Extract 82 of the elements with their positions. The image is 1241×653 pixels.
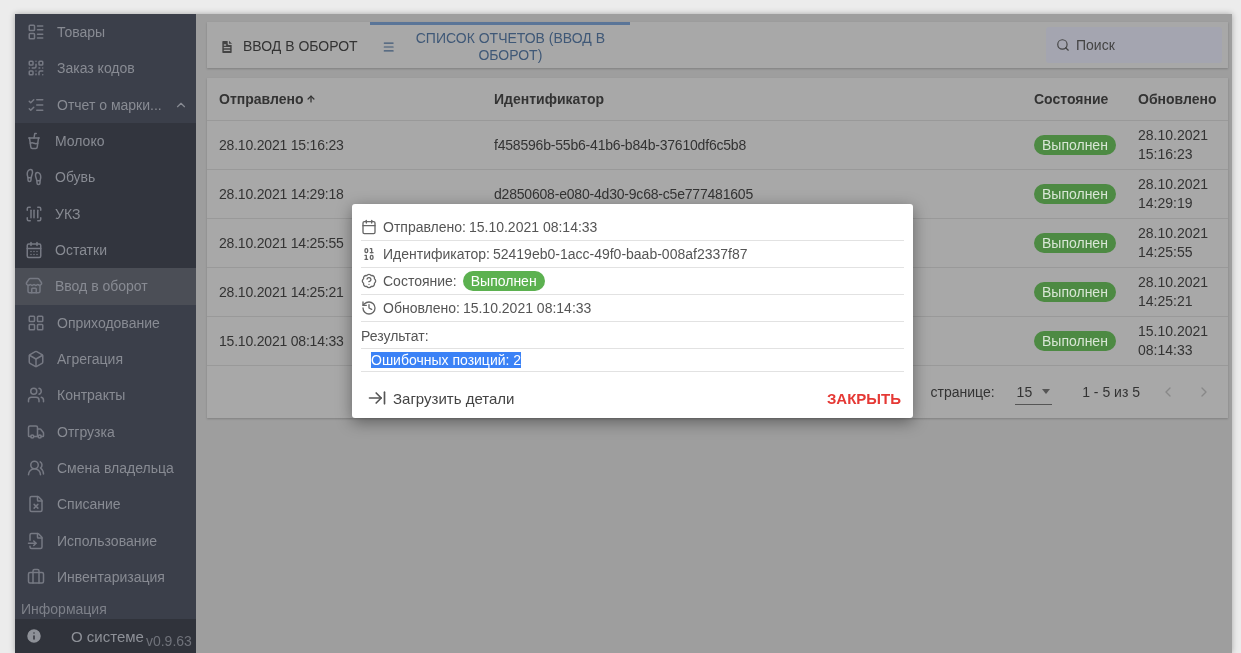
status-badge: Выполнен [1034, 331, 1116, 351]
column-header[interactable]: Обновлено [1138, 91, 1228, 107]
info-icon [25, 627, 43, 646]
sidebar-item[interactable]: Отчет о марки... [15, 86, 196, 123]
field-label: Идентификатор: [383, 246, 490, 262]
people-icon [27, 386, 45, 405]
question-icon [361, 273, 377, 289]
list-icon [27, 23, 45, 42]
status-badge: Выполнен [1034, 233, 1116, 253]
truck-icon [27, 422, 45, 441]
calendar-icon [361, 219, 377, 235]
sidebar-item[interactable]: Обувь [15, 159, 196, 196]
about-link[interactable]: О системе [71, 627, 144, 645]
caret-icon [1042, 389, 1051, 394]
document-icon [219, 38, 235, 55]
table-cell-text: 28.10.2021 14:29:19 [1138, 175, 1210, 213]
people-icon [27, 459, 45, 478]
version-text: v0.9.63 [145, 633, 192, 652]
tab[interactable]: ВВОД В ОБОРОТ [207, 22, 370, 68]
barcode-icon [25, 204, 43, 223]
sidebar-item[interactable]: Использование [15, 522, 196, 559]
page-range: 1 - 5 из 5 [1082, 384, 1140, 400]
sidebar-item[interactable]: Оприходование [15, 304, 196, 341]
table-cell: 28.10.2021 14:25:55 [219, 235, 344, 251]
document-icon [27, 531, 45, 550]
section-title: Информация [20, 600, 108, 620]
search-icon [1056, 38, 1070, 52]
table-cell: d2850608-e080-4d30-9c68-c5e777481605 [494, 186, 754, 202]
sidebar-item[interactable]: Заказ кодов [15, 50, 196, 87]
sidebar-item[interactable]: Отгрузка [15, 413, 196, 450]
sidebar-item[interactable]: Инвентаризация [15, 558, 196, 596]
table-cell-text: 15.10.2021 08:14:33 [1138, 322, 1210, 360]
history-icon [361, 300, 377, 316]
field-label: Отправлено: [383, 219, 466, 235]
tab[interactable]: СПИСОК ОТЧЕТОВ (ВВОД В ОБОРОТ) [369, 22, 630, 68]
search-field[interactable]: Поиск [1046, 27, 1222, 63]
field-value: 15.10.2021 08:14:33 [462, 300, 592, 316]
table-cell-text: 28.10.2021 14:25:21 [1138, 273, 1210, 311]
result-text: Ошибочных позиций: 2 [371, 352, 522, 368]
cup-icon [25, 132, 43, 151]
sidebar-item[interactable]: Контракты [15, 377, 196, 414]
column-header[interactable]: Идентификатор [482, 91, 1034, 107]
store-icon [25, 277, 43, 296]
field-label: Состояние: [383, 273, 457, 289]
numbers-icon [361, 246, 377, 262]
crossed-document-icon [27, 495, 45, 514]
status-badge: Выполнен [1034, 282, 1116, 302]
status-badge: Выполнен [1034, 135, 1116, 155]
table-cell: 28.10.2021 14:29:18 [219, 186, 344, 202]
column-header[interactable]: Отправлено [207, 91, 482, 107]
field-label: Обновлено: [383, 300, 460, 316]
rows-per-page-label: странице: [930, 384, 995, 400]
sidebar-item[interactable]: Агрегация [15, 340, 196, 378]
status-badge: Выполнен [1034, 184, 1116, 204]
table-cell: 28.10.2021 15:16:23 [219, 137, 344, 153]
sidebar-item[interactable]: Товары [15, 14, 196, 51]
calendar-icon [25, 241, 43, 260]
sidebar-item[interactable]: Смена владельца [15, 449, 196, 487]
sidebar-item[interactable]: Остатки [15, 231, 196, 269]
shoe-icon [25, 168, 43, 187]
load-details-button[interactable]: Загрузить детали [367, 388, 515, 408]
sidebar-item[interactable]: УКЗ [15, 195, 196, 232]
result-label: Результат: [361, 322, 904, 349]
sidebar-item[interactable]: Списание [15, 486, 196, 523]
table-cell: 28.10.2021 14:25:21 [219, 284, 344, 300]
qr-code-icon [27, 59, 45, 78]
table-cell: f458596b-55b6-41b6-b84b-37610df6c5b8 [494, 137, 747, 153]
field-value: 15.10.2021 08:14:33 [468, 219, 598, 235]
close-button[interactable]: ЗАКРЫТЬ [826, 389, 901, 407]
column-header[interactable]: Состояние [1034, 91, 1138, 107]
table-cell-text: 28.10.2021 14:25:55 [1138, 224, 1210, 262]
sidebar-item[interactable]: Ввод в оборот [15, 268, 196, 305]
grid-icon [27, 313, 45, 332]
rows-per-page-select[interactable]: 15 [1014, 379, 1053, 405]
import-icon [367, 388, 387, 408]
sidebar-item[interactable]: Молоко [15, 123, 196, 160]
field-value: 52419eb0-1acc-49f0-baab-008af2337f87 [492, 246, 748, 262]
briefcase-icon [27, 568, 45, 587]
status-badge: Выполнен [462, 271, 545, 291]
table-cell-text: 28.10.2021 15:16:23 [1138, 126, 1210, 164]
table-cell: 15.10.2021 08:14:33 [219, 333, 344, 349]
box-icon [27, 350, 45, 369]
